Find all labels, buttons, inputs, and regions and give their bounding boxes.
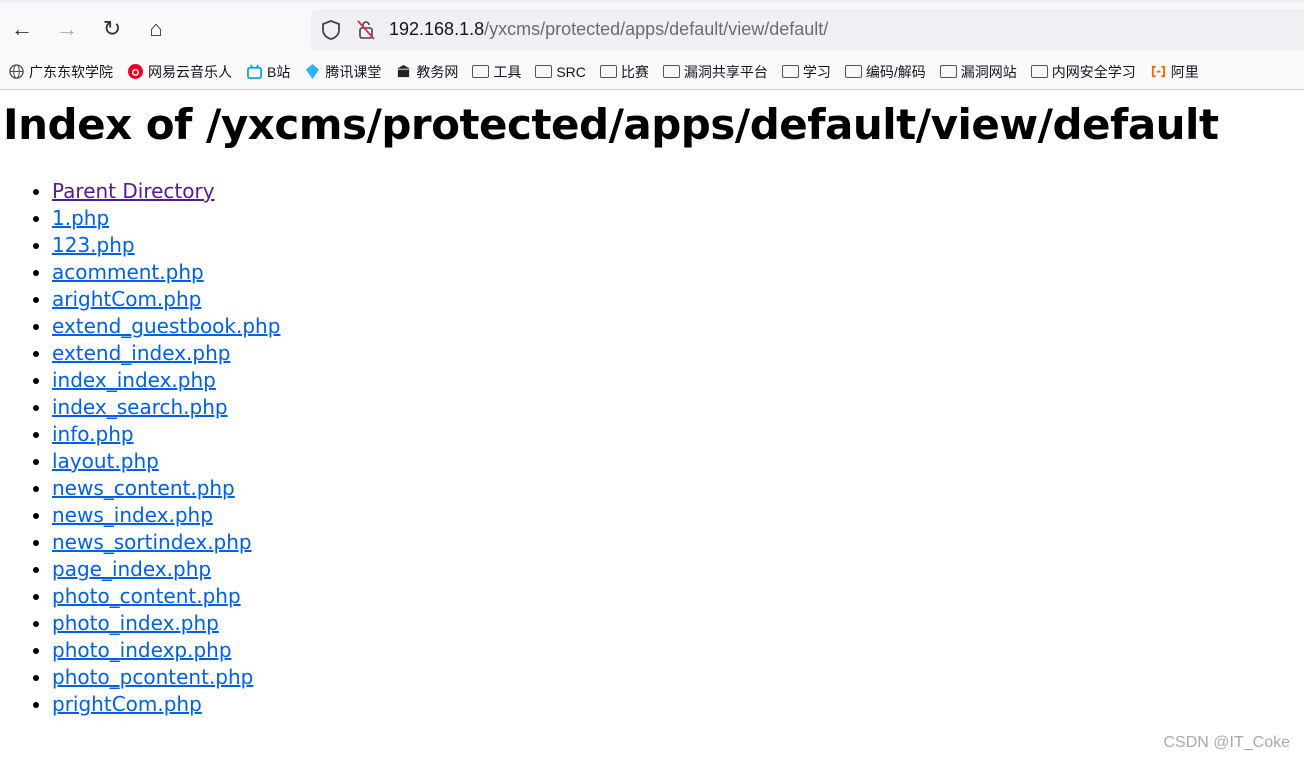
bookmark-label: 工具 <box>493 63 522 80</box>
netease-music-icon <box>128 64 143 79</box>
bilibili-icon <box>247 64 262 79</box>
list-item: Parent Directory <box>52 178 280 205</box>
folder-icon <box>1030 65 1048 78</box>
parent-directory-link[interactable]: Parent Directory <box>52 179 215 203</box>
file-link[interactable]: news_index.php <box>52 503 213 527</box>
folder-icon <box>599 65 617 78</box>
folder-icon <box>939 65 957 78</box>
file-link[interactable]: extend_index.php <box>52 341 230 365</box>
list-item: prightCom.php <box>52 691 280 718</box>
list-item: 123.php <box>52 232 280 259</box>
bookmark-item[interactable]: 学习 <box>781 62 831 82</box>
bookmarks-bar: 广东东软学院 网易云音乐人 B站 腾讯课堂 教务网 工具 SRC 比赛 漏洞共享平台 学习 编码/解… <box>0 54 1304 90</box>
bookmark-item[interactable]: 教务网 <box>395 62 458 82</box>
list-item: arightCom.php <box>52 286 280 313</box>
bookmark-item[interactable]: 比赛 <box>599 62 649 82</box>
bookmark-item[interactable]: 广东东软学院 <box>8 62 113 82</box>
bookmark-label: 漏洞网站 <box>960 63 1017 80</box>
list-item: info.php <box>52 421 280 448</box>
file-link[interactable]: layout.php <box>52 449 159 473</box>
bookmark-item[interactable]: 漏洞网站 <box>939 62 1017 82</box>
list-item: extend_index.php <box>52 340 280 367</box>
folder-icon <box>662 65 680 78</box>
bookmark-label: 学习 <box>802 63 831 80</box>
file-link[interactable]: 1.php <box>52 206 109 230</box>
bookmark-label: 广东东软学院 <box>29 63 113 80</box>
bookmark-label: SRC <box>556 63 586 80</box>
list-item: news_index.php <box>52 502 280 529</box>
list-item: news_content.php <box>52 475 280 502</box>
bookmark-item[interactable]: 内网安全学习 <box>1030 62 1136 82</box>
insecure-lock-icon[interactable] <box>355 18 377 42</box>
bookmark-label: B站 <box>267 63 291 80</box>
bookmark-label: 编码/解码 <box>865 63 926 80</box>
file-link[interactable]: 123.php <box>52 233 135 257</box>
file-list: Parent Directory 1.php 123.php acomment.php… <box>12 178 280 718</box>
list-item: layout.php <box>52 448 280 475</box>
folder-icon <box>844 65 862 78</box>
bookmark-item[interactable]: 工具 <box>472 62 521 82</box>
browser-toolbar: ← → ↻ ⌂ 192.168.1.8/yxcms/protected/apps… <box>0 0 1304 54</box>
folder-icon <box>472 65 490 78</box>
list-item: page_index.php <box>52 556 280 583</box>
list-item: index_search.php <box>52 394 280 421</box>
address-bar[interactable]: 192.168.1.8/yxcms/protected/apps/default… <box>311 9 1304 50</box>
file-link[interactable]: photo_index.php <box>52 611 219 635</box>
file-link[interactable]: page_index.php <box>52 557 211 581</box>
tencent-classroom-icon <box>306 64 320 79</box>
file-link[interactable]: photo_pcontent.php <box>52 665 253 689</box>
bookmark-item[interactable]: B站 <box>246 62 290 82</box>
bookmark-label: 阿里 <box>1170 63 1199 80</box>
bookmark-label: 内网安全学习 <box>1051 63 1136 80</box>
bookmark-item[interactable]: 腾讯课堂 <box>304 62 381 82</box>
url-path: /yxcms/protected/apps/default/view/defau… <box>484 19 829 39</box>
bookmark-item[interactable]: 网易云音乐人 <box>127 62 232 82</box>
forward-button[interactable]: → <box>55 17 79 41</box>
home-button[interactable]: ⌂ <box>144 17 168 41</box>
bookmark-item[interactable]: 编码/解码 <box>844 62 926 82</box>
aliyun-icon <box>1151 65 1165 78</box>
bookmark-label: 网易云音乐人 <box>148 63 232 80</box>
folder-icon <box>781 65 799 78</box>
file-link[interactable]: photo_indexp.php <box>52 638 232 662</box>
list-item: index_index.php <box>52 367 280 394</box>
watermark: CSDN @IT_Coke <box>1163 734 1291 751</box>
file-link[interactable]: photo_content.php <box>52 584 241 608</box>
list-item: news_sortindex.php <box>52 529 280 556</box>
file-link[interactable]: acomment.php <box>52 260 204 284</box>
list-item: extend_guestbook.php <box>52 313 280 340</box>
list-item: photo_content.php <box>52 583 280 610</box>
bookmark-label: 比赛 <box>620 63 649 80</box>
building-icon <box>397 64 411 78</box>
folder-icon <box>535 65 553 78</box>
bookmark-item[interactable]: SRC <box>535 64 586 80</box>
file-link[interactable]: info.php <box>52 422 134 446</box>
globe-icon <box>9 64 24 79</box>
file-link[interactable]: news_content.php <box>52 476 235 500</box>
bookmark-label: 教务网 <box>416 63 459 80</box>
bookmark-label: 腾讯课堂 <box>325 63 382 80</box>
list-item: 1.php <box>52 205 280 232</box>
reload-button[interactable]: ↻ <box>100 17 124 41</box>
page-title: Index of /yxcms/protected/apps/default/v… <box>3 100 1219 149</box>
list-item: photo_pcontent.php <box>52 664 280 691</box>
file-link[interactable]: arightCom.php <box>52 287 201 311</box>
bookmark-label: 漏洞共享平台 <box>683 63 768 80</box>
file-link[interactable]: index_index.php <box>52 368 216 392</box>
list-item: photo_indexp.php <box>52 637 280 664</box>
file-link[interactable]: extend_guestbook.php <box>52 314 280 338</box>
file-link[interactable]: prightCom.php <box>52 692 202 716</box>
shield-icon[interactable] <box>321 19 341 41</box>
list-item: photo_index.php <box>52 610 280 637</box>
bookmark-item[interactable]: 阿里 <box>1150 62 1199 82</box>
file-link[interactable]: index_search.php <box>52 395 228 419</box>
url-text: 192.168.1.8/yxcms/protected/apps/default… <box>389 19 828 40</box>
back-button[interactable]: ← <box>10 17 34 41</box>
bookmark-item[interactable]: 漏洞共享平台 <box>662 62 768 82</box>
list-item: acomment.php <box>52 259 280 286</box>
url-host: 192.168.1.8 <box>389 19 485 39</box>
file-link[interactable]: news_sortindex.php <box>52 530 252 554</box>
